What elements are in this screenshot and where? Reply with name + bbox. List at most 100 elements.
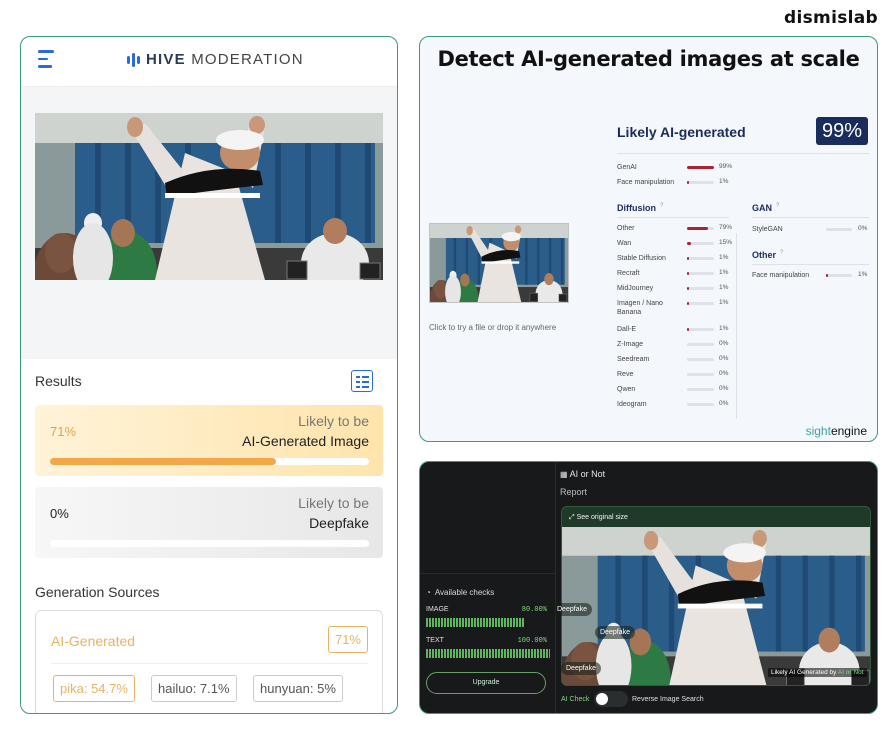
source-tag: hailuo: 7.1% (151, 675, 237, 702)
score-row-name: Z-Image (617, 341, 644, 348)
score-row-name: GenAI (617, 164, 637, 171)
help-icon: ? (780, 250, 784, 256)
deepfake-percent: 0% (50, 506, 69, 521)
other-section-title: Other? (752, 250, 784, 260)
image-check-label: IMAGE (426, 606, 449, 613)
available-checks-label: ◔ Available checks (426, 588, 495, 597)
score-row-value: 1% (719, 178, 729, 185)
sightengine-headline: Detect AI-generated images at scale (437, 47, 860, 71)
upgrade-button[interactable]: Upgrade (426, 672, 546, 694)
list-view-icon[interactable] (351, 370, 373, 392)
hive-logo-light: MODERATION (191, 51, 304, 68)
score-row-bar-fill (826, 274, 828, 277)
score-row-bar (687, 403, 714, 406)
score-row-bar-fill (687, 242, 692, 245)
deepfake-face-tag: Deepfake (595, 626, 635, 639)
sightengine-image-thumbnail[interactable] (429, 223, 569, 303)
sightengine-logo: sightengine (805, 424, 867, 438)
score-row-bar (687, 166, 714, 169)
deepfake-result-card: 0% Likely to be Deepfake (35, 487, 383, 558)
report-label: Report (560, 487, 588, 497)
score-row-value: 1% (858, 271, 868, 278)
score-row-bar (687, 227, 714, 230)
score-row-name: MidJourney (617, 285, 654, 292)
check-mode-toggle[interactable] (594, 691, 628, 707)
source-tag: pika: 54.7% (53, 675, 135, 702)
score-row-name: StyleGAN (752, 226, 783, 233)
score-row-value: 0% (719, 355, 729, 362)
score-row-name: Dall-E (617, 326, 637, 333)
deepfake-progress (50, 540, 369, 547)
score-row-bar-fill (687, 287, 689, 290)
ai-or-not-panel: ◔ Available checks IMAGE 80.00% TEXT 100… (419, 461, 878, 714)
score-row-bar-fill (687, 328, 689, 331)
menu-icon[interactable] (38, 50, 56, 70)
text-check-value: 100.00% (517, 637, 547, 645)
score-row-bar (687, 343, 714, 346)
score-row-name: Stable Diffusion (617, 255, 666, 262)
score-row-bar (687, 287, 714, 290)
score-row-name: Reve (617, 371, 634, 378)
gan-section-title: GAN? (752, 203, 780, 213)
generation-ai-label: AI-Generated (51, 633, 136, 649)
score-row-value: 15% (719, 239, 733, 246)
generation-ai-percent: 71% (327, 626, 368, 653)
source-tag: hunyuan: 5% (253, 675, 343, 702)
ai-generated-result-card: 71% Likely to be AI-Generated Image (35, 405, 383, 476)
score-row-bar-fill (687, 166, 714, 169)
uploaded-image-area[interactable] (21, 87, 397, 359)
score-row-name: Imagen / Nano Banana (617, 300, 663, 316)
score-row-bar (687, 272, 714, 275)
hive-header: HIVE MODERATION (21, 37, 397, 87)
deepfake-label-line1: Likely to be (298, 495, 369, 511)
score-row-value: 79% (719, 224, 733, 231)
help-icon: ? (776, 203, 780, 209)
score-row-bar (687, 302, 714, 305)
see-original-size-link[interactable]: ⤢ See original size (569, 514, 628, 522)
ai-generated-percent: 71% (50, 424, 77, 439)
upload-caption[interactable]: Click to try a file or drop it anywhere (429, 323, 614, 332)
likely-ai-label: Likely AI-generated (617, 124, 746, 140)
sightengine-panel: Detect AI-generated images at scale Clic… (419, 36, 878, 442)
ai-score-badge: 99% (816, 117, 868, 145)
report-image-frame (561, 506, 871, 686)
score-row-value: 1% (719, 269, 729, 276)
score-row-bar (687, 373, 714, 376)
score-row-name: Other (617, 225, 635, 232)
expand-icon: ⤢ (569, 514, 575, 521)
score-row-name: Qwen (617, 386, 636, 393)
uploaded-image (35, 113, 383, 280)
score-row-name: Seedream (617, 356, 650, 363)
score-row-value: 0% (719, 370, 729, 377)
reverse-image-search-tab[interactable]: Reverse Image Search (632, 696, 704, 703)
image-check-bar (426, 618, 526, 627)
ai-generated-progress (50, 458, 369, 465)
deepfake-face-tag: Deepfake (552, 603, 592, 616)
generation-sources-title: Generation Sources (35, 584, 160, 600)
score-row-bar-fill (687, 272, 689, 275)
ai-or-not-sidebar: ◔ Available checks IMAGE 80.00% TEXT 100… (420, 462, 556, 713)
score-row-bar-fill (687, 227, 709, 230)
score-row-value: 0% (719, 340, 729, 347)
ai-generated-label-line1: Likely to be (298, 413, 369, 429)
dismislab-logo: dismislab (784, 8, 878, 28)
ai-or-not-logo-icon: ▦ (560, 470, 568, 479)
report-image (562, 527, 871, 686)
score-row-name: Face manipulation (617, 179, 675, 186)
score-row-value: 1% (719, 284, 729, 291)
score-row-bar (687, 388, 714, 391)
ai-check-tab[interactable]: AI Check (561, 696, 589, 703)
generated-by-caption: Likely AI Generated by AI or Not (768, 668, 867, 677)
score-row-value: 0% (858, 225, 868, 232)
deepfake-label-line2: Deepfake (309, 515, 369, 531)
score-row-bar (687, 181, 714, 184)
score-row-bar-fill (687, 257, 689, 260)
text-check-bar (426, 649, 550, 658)
score-row-bar (687, 242, 714, 245)
score-row-name: Recraft (617, 270, 640, 277)
text-check-label: TEXT (426, 637, 444, 644)
ai-generated-label-line2: AI-Generated Image (242, 433, 369, 449)
ai-or-not-title: ▦ AI or Not (560, 469, 606, 479)
score-row-value: 0% (719, 400, 729, 407)
deepfake-face-tag: Deepfake (561, 662, 601, 675)
